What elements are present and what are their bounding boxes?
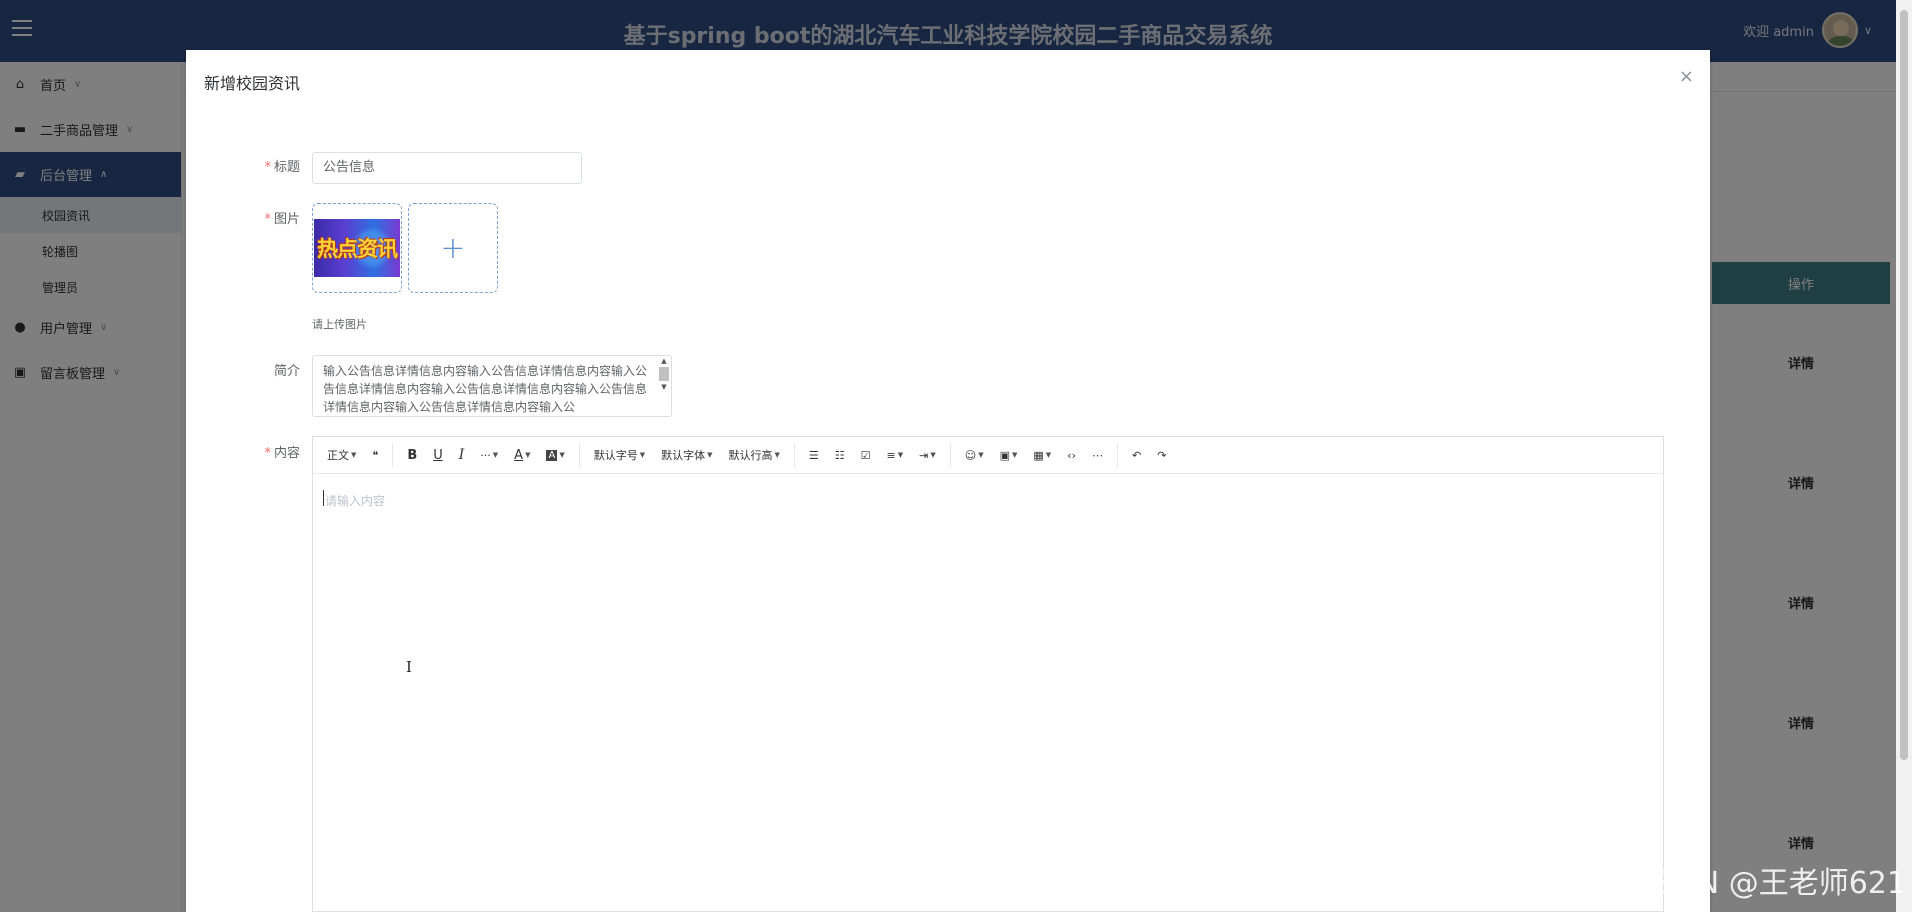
title-label: * 标题 bbox=[264, 160, 300, 175]
close-icon[interactable]: × bbox=[1679, 68, 1694, 86]
underline-icon[interactable]: U bbox=[425, 437, 451, 474]
dialog-title: 新增校园资讯 bbox=[204, 74, 301, 93]
title-input[interactable]: 公告信息 bbox=[312, 152, 582, 184]
news-thumbnail-image: 热点资讯 bbox=[314, 219, 400, 277]
intro-label: 简介 bbox=[273, 364, 300, 379]
paragraph-dropdown[interactable]: 正文 ▼ bbox=[319, 437, 364, 474]
quote-icon[interactable]: ❝ bbox=[364, 437, 386, 474]
watermark: CSDN @王老师621 bbox=[1633, 866, 1906, 901]
uploaded-image[interactable]: 热点资讯 bbox=[312, 203, 402, 293]
rich-text-editor[interactable]: 正文 ▼ ❝ B U I ··· ▼ A ▼ A ▼ 默认字号 ▼ 默认字体 ▼ 默认行高 ▼… bbox=[312, 436, 1664, 912]
editor-content-area[interactable]: 请输入内容 I bbox=[313, 474, 1663, 676]
indent-icon[interactable]: ⇥ ▼ bbox=[911, 437, 944, 474]
upload-button[interactable]: + bbox=[408, 203, 498, 293]
bold-icon[interactable]: B bbox=[399, 437, 425, 474]
text-caret bbox=[323, 490, 324, 506]
plus-icon: + bbox=[440, 230, 466, 266]
upload-tip: 请上传图片 bbox=[312, 318, 367, 331]
undo-icon[interactable]: ↶ bbox=[1124, 437, 1149, 474]
scroll-up-icon: ▲ bbox=[661, 357, 667, 365]
textarea-scrollbar[interactable]: ▲ ▼ bbox=[658, 357, 670, 413]
intro-textarea[interactable]: 输入公告信息详情信息内容输入公告信息详情信息内容输入公告信息详情信息内容输入公告… bbox=[312, 355, 672, 417]
align-icon[interactable]: ≡ ▼ bbox=[879, 437, 912, 474]
emoji-icon[interactable]: ☺ ▼ bbox=[957, 437, 992, 474]
numbered-list-icon[interactable]: ☷ bbox=[827, 437, 853, 474]
ibeam-cursor-icon: I bbox=[406, 658, 412, 676]
editor-toolbar: 正文 ▼ ❝ B U I ··· ▼ A ▼ A ▼ 默认字号 ▼ 默认字体 ▼ 默认行高 ▼… bbox=[313, 437, 1663, 474]
background-color-icon[interactable]: A ▼ bbox=[538, 437, 572, 474]
font-size-dropdown[interactable]: 默认字号 ▼ bbox=[586, 437, 653, 474]
editor-placeholder: 请输入内容 bbox=[325, 494, 386, 508]
image-label: * 图片 bbox=[264, 212, 300, 227]
more-format-icon[interactable]: ··· ▼ bbox=[472, 437, 506, 474]
image-icon[interactable]: ▣ ▼ bbox=[992, 437, 1026, 474]
code-icon[interactable]: ‹› bbox=[1059, 437, 1084, 474]
scrollbar-thumb[interactable] bbox=[1900, 10, 1908, 760]
add-news-dialog: 新增校园资讯 × * 标题 公告信息 * 图片 热点资讯 + 请上传图片 简介 输入… bbox=[186, 50, 1710, 912]
content-label: * 内容 bbox=[264, 446, 300, 461]
todo-icon[interactable]: ☑ bbox=[853, 437, 879, 474]
italic-icon[interactable]: I bbox=[451, 437, 473, 474]
table-icon[interactable]: ▦ ▼ bbox=[1025, 437, 1059, 474]
bullet-list-icon[interactable]: ☰ bbox=[801, 437, 827, 474]
scroll-down-icon: ▼ bbox=[661, 383, 667, 391]
font-color-icon[interactable]: A ▼ bbox=[506, 437, 538, 474]
font-family-dropdown[interactable]: 默认字体 ▼ bbox=[653, 437, 720, 474]
page-scrollbar[interactable] bbox=[1896, 0, 1912, 912]
redo-icon[interactable]: ↷ bbox=[1149, 437, 1174, 474]
divider-icon[interactable]: ⋯ bbox=[1084, 437, 1111, 474]
line-height-dropdown[interactable]: 默认行高 ▼ bbox=[720, 437, 787, 474]
